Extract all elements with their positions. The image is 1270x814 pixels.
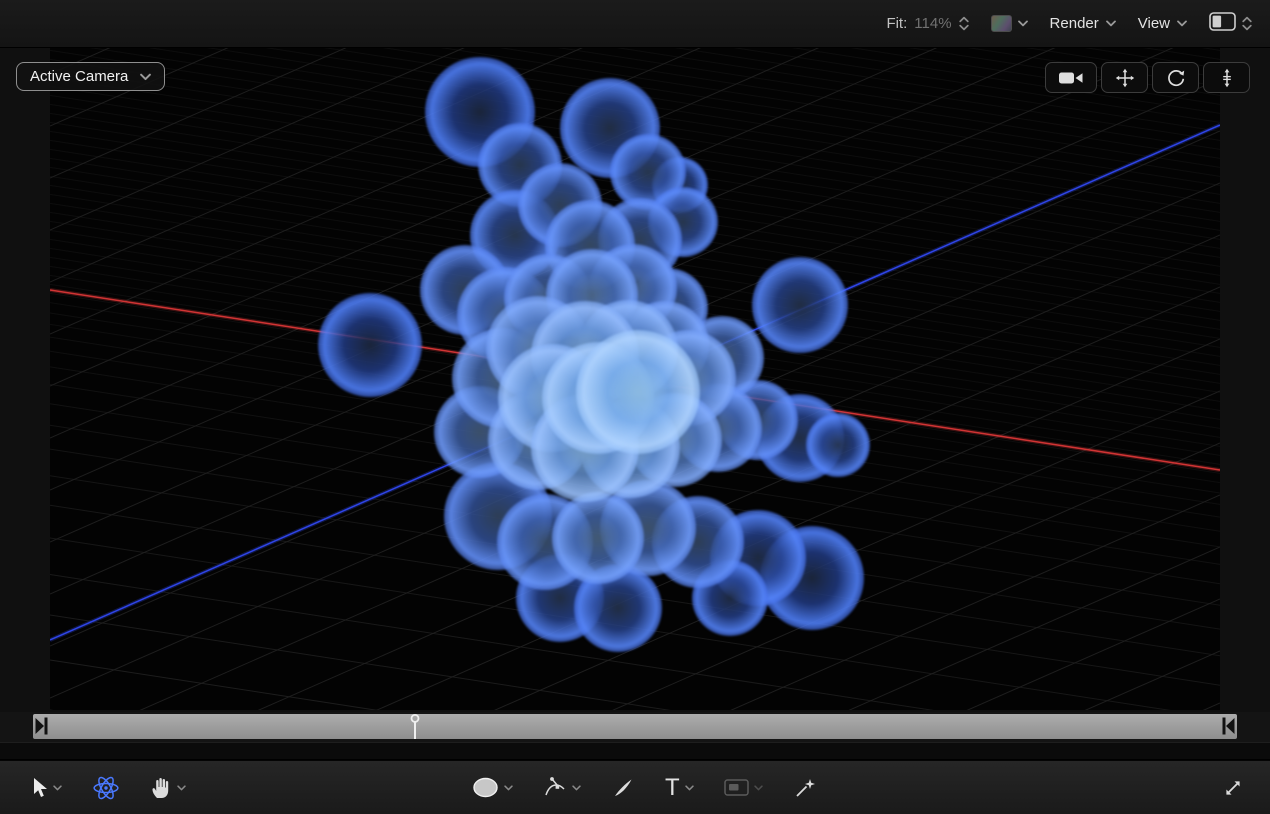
paint-stroke-tool[interactable] xyxy=(611,776,635,800)
paint-stroke-icon xyxy=(611,776,635,800)
view-menu[interactable]: View xyxy=(1138,15,1187,32)
image-mask-icon xyxy=(724,779,749,796)
particle-sphere xyxy=(576,330,700,454)
dolly-icon xyxy=(1220,68,1234,88)
out-point-icon[interactable] xyxy=(1221,715,1236,742)
chevron-down-icon xyxy=(53,785,62,791)
color-swatch-control[interactable] xyxy=(991,15,1028,32)
timeline-scrubber[interactable] xyxy=(0,712,1270,742)
chevron-down-icon xyxy=(1106,20,1116,27)
active-camera-menu[interactable]: Active Camera xyxy=(16,62,165,91)
window-layout-control[interactable] xyxy=(1209,12,1252,36)
chevron-down-icon xyxy=(1018,20,1028,27)
bezier-icon xyxy=(543,776,567,800)
chevron-down-icon xyxy=(504,785,513,791)
image-mask-tool[interactable] xyxy=(724,779,763,796)
particle-sphere xyxy=(552,492,644,584)
chevron-down-icon xyxy=(685,785,694,791)
chevron-down-icon xyxy=(572,785,581,791)
stepper-icon xyxy=(1242,16,1252,31)
chevron-down-icon xyxy=(177,785,186,791)
view-menu-label: View xyxy=(1138,15,1170,32)
expand-view-button[interactable] xyxy=(1222,777,1244,799)
particle-spheres xyxy=(50,48,1220,710)
adjust-glyph-tool[interactable] xyxy=(793,776,817,800)
camera-tools xyxy=(1045,62,1250,93)
particle-sphere xyxy=(752,257,848,353)
text-icon: T xyxy=(665,776,680,800)
motion-window: Fit: 114% Render View xyxy=(0,0,1270,814)
orbit-icon xyxy=(1166,68,1186,88)
pan-arrows-icon xyxy=(1115,68,1135,88)
canvas-viewport[interactable] xyxy=(50,48,1220,710)
transform-3d-icon xyxy=(92,774,120,802)
top-toolbar: Fit: 114% Render View xyxy=(0,0,1270,48)
expand-icon xyxy=(1222,777,1244,799)
bottom-toolbar: T xyxy=(0,760,1270,814)
hand-icon xyxy=(150,776,172,800)
mini-timeline-strip xyxy=(0,742,1270,760)
fit-label: Fit: xyxy=(886,15,907,32)
record-camera-button[interactable] xyxy=(1045,62,1097,93)
chevron-down-icon xyxy=(140,73,151,81)
particle-sphere xyxy=(318,293,422,397)
oval-icon xyxy=(472,777,499,798)
select-tool[interactable] xyxy=(30,777,62,799)
chevron-down-icon xyxy=(1177,20,1187,27)
video-camera-icon xyxy=(1058,70,1084,86)
sparkle-line-icon xyxy=(793,776,817,800)
gradient-swatch xyxy=(991,15,1012,32)
text-tool[interactable]: T xyxy=(665,776,694,800)
display-layout-icon xyxy=(1209,12,1236,36)
orbit-camera-button[interactable] xyxy=(1152,62,1199,93)
transform-3d-tool[interactable] xyxy=(92,774,120,802)
timeline-track[interactable] xyxy=(33,714,1237,739)
stepper-icon[interactable] xyxy=(959,16,969,31)
zoom-value: 114% xyxy=(914,15,951,32)
active-camera-label: Active Camera xyxy=(30,68,128,85)
shape-oval-tool[interactable] xyxy=(472,777,513,798)
in-point-icon[interactable] xyxy=(34,715,49,742)
dolly-camera-button[interactable] xyxy=(1203,62,1250,93)
select-cursor-icon xyxy=(30,777,48,799)
render-menu-label: Render xyxy=(1050,15,1099,32)
pan-camera-button[interactable] xyxy=(1101,62,1148,93)
particle-sphere xyxy=(806,413,870,477)
bezier-tool[interactable] xyxy=(543,776,581,800)
chevron-down-icon xyxy=(754,785,763,791)
pan-hand-tool[interactable] xyxy=(150,776,186,800)
zoom-control[interactable]: Fit: 114% xyxy=(886,15,968,32)
render-menu[interactable]: Render xyxy=(1050,15,1116,32)
